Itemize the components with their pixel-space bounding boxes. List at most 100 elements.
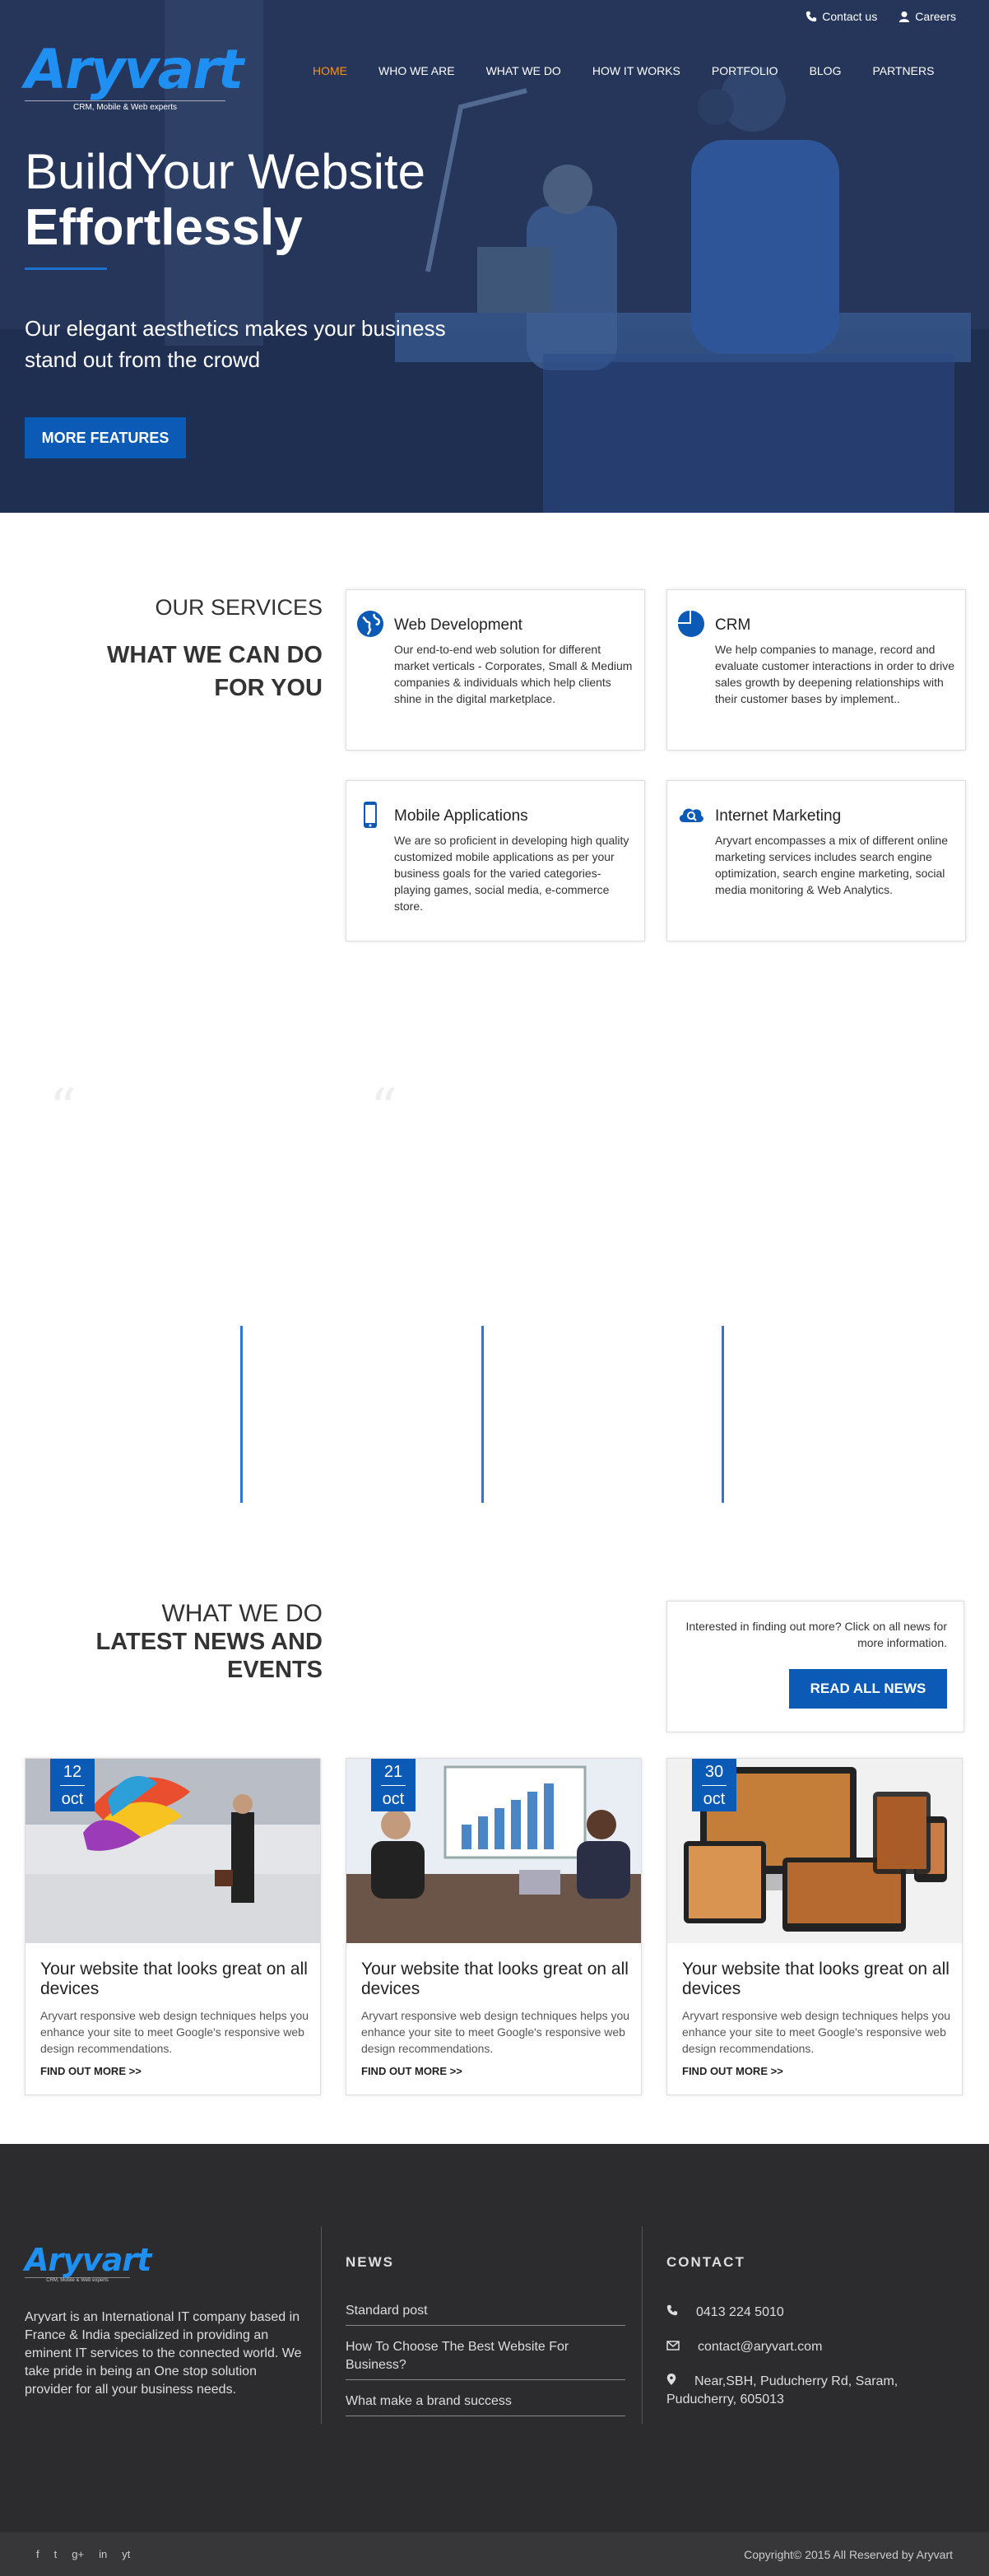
social-links: f t g+ in yt bbox=[36, 2548, 130, 2560]
footer-logo-tagline: CRM, Mobile & Web experts bbox=[25, 2277, 130, 2283]
news-promo-box: Interested in finding out more? Click on… bbox=[666, 1601, 964, 1732]
news-title: LATEST NEWS AND EVENTS bbox=[95, 1629, 323, 1683]
hero-title-line1: BuildYour Website bbox=[25, 144, 425, 199]
footer-divider bbox=[642, 2226, 643, 2424]
footer-email[interactable]: contact@aryvart.com bbox=[666, 2338, 963, 2356]
nav-home[interactable]: HOME bbox=[313, 64, 347, 77]
post-date-badge: 12 oct bbox=[50, 1759, 95, 1811]
news-post-card[interactable]: 12 oct Your website that looks great on a… bbox=[25, 1758, 321, 2095]
hero-divider bbox=[25, 267, 107, 270]
service-description: Aryvart encompasses a mix of different o… bbox=[715, 834, 948, 896]
main-nav: HOME WHO WE ARE WHAT WE DO HOW IT WORKS … bbox=[313, 64, 934, 77]
twitter-icon[interactable]: t bbox=[54, 2548, 58, 2560]
post-date-badge: 21 oct bbox=[371, 1759, 416, 1811]
phone-icon bbox=[806, 11, 817, 22]
topbar: Contact us Careers bbox=[806, 10, 956, 25]
bottom-bar: f t g+ in yt Copyright© 2015 All Reserve… bbox=[0, 2532, 989, 2576]
post-excerpt: Aryvart responsive web design techniques… bbox=[40, 2009, 309, 2055]
news-post-card[interactable]: 30 oct Your website that looks great on a… bbox=[666, 1758, 963, 2095]
contact-link[interactable]: Contact us bbox=[806, 10, 877, 25]
service-description: Our end-to-end web solution for differen… bbox=[394, 643, 633, 705]
services-heading: OUR SERVICES WHAT WE CAN DO FOR YOU bbox=[76, 595, 323, 704]
footer-news-link[interactable]: How To Choose The Best Website For Busin… bbox=[346, 2338, 625, 2380]
nav-how-it-works[interactable]: HOW IT WORKS bbox=[592, 64, 680, 77]
service-card-crm[interactable]: CRM We help companies to manage, record … bbox=[666, 589, 966, 751]
footer-news-link[interactable]: What make a brand success bbox=[346, 2392, 625, 2416]
envelope-icon bbox=[666, 2341, 680, 2350]
service-card-web-development[interactable]: Web Development Our end-to-end web solut… bbox=[346, 589, 645, 751]
services-kicker: OUR SERVICES bbox=[155, 595, 323, 620]
map-marker-icon bbox=[666, 2374, 676, 2385]
nav-what-we-do[interactable]: WHAT WE DO bbox=[486, 64, 561, 77]
post-month: oct bbox=[703, 1790, 726, 1808]
news-post-card[interactable]: 21 oct Your website that looks great on a… bbox=[346, 1758, 642, 2095]
footer-about-text: Aryvart is an International IT company b… bbox=[25, 2310, 302, 2397]
footer-phone-value: 0413 224 5010 bbox=[696, 2305, 784, 2319]
post-month: oct bbox=[382, 1790, 405, 1808]
copyright-text: Copyright© 2015 All Reserved by Aryvart bbox=[744, 2548, 953, 2561]
footer-contact-heading: CONTACT bbox=[666, 2254, 745, 2270]
facebook-icon[interactable]: f bbox=[36, 2548, 39, 2560]
nav-who-we-are[interactable]: WHO WE ARE bbox=[378, 64, 455, 77]
mobile-icon bbox=[364, 802, 377, 828]
footer-logo[interactable]: Aryvart CRM, Mobile & Web experts bbox=[25, 2243, 151, 2283]
footer-divider bbox=[321, 2226, 322, 2424]
pie-chart-icon bbox=[678, 611, 704, 637]
youtube-icon[interactable]: yt bbox=[122, 2548, 130, 2560]
footer-news-link[interactable]: Standard post bbox=[346, 2302, 625, 2326]
timeline-line bbox=[481, 1326, 484, 1503]
post-title: Your website that looks great on all dev… bbox=[682, 1960, 950, 1998]
post-day: 21 bbox=[383, 1763, 403, 1781]
service-card-internet-marketing[interactable]: Internet Marketing Aryvart encompasses a… bbox=[666, 780, 966, 942]
service-description: We help companies to manage, record and … bbox=[715, 643, 955, 705]
post-date-badge: 30 oct bbox=[692, 1759, 736, 1811]
careers-label: Careers bbox=[915, 10, 956, 23]
logo-tagline: CRM, Mobile & Web experts bbox=[25, 100, 225, 112]
hero-section: Contact us Careers Aryvart CRM, Mobile &… bbox=[0, 0, 989, 513]
service-title: CRM bbox=[715, 616, 751, 634]
post-day: 12 bbox=[63, 1763, 82, 1781]
services-title: WHAT WE CAN DO FOR YOU bbox=[106, 642, 323, 701]
footer: Aryvart CRM, Mobile & Web experts Aryvar… bbox=[0, 2144, 989, 2532]
linkedin-icon[interactable]: in bbox=[99, 2548, 107, 2560]
hero-subtitle: Our elegant aesthetics makes your busine… bbox=[25, 316, 446, 372]
post-day: 30 bbox=[704, 1763, 724, 1781]
globe-icon bbox=[357, 611, 383, 637]
timeline-line bbox=[722, 1326, 724, 1503]
service-title: Internet Marketing bbox=[715, 807, 842, 825]
news-heading: WHAT WE DO LATEST NEWS AND EVENTS bbox=[59, 1600, 323, 1684]
footer-email-value: contact@aryvart.com bbox=[698, 2340, 823, 2354]
post-title: Your website that looks great on all dev… bbox=[40, 1960, 308, 1998]
careers-link[interactable]: Careers bbox=[898, 10, 956, 25]
service-title: Mobile Applications bbox=[394, 807, 528, 825]
hero-title-line2: Effortlessly bbox=[25, 199, 303, 256]
timeline-line bbox=[240, 1326, 243, 1503]
phone-icon bbox=[666, 2304, 678, 2316]
post-title: Your website that looks great on all dev… bbox=[361, 1960, 629, 1998]
nav-portfolio[interactable]: PORTFOLIO bbox=[712, 64, 778, 77]
footer-address: Near,SBH, Puducherry Rd, Saram, Puducher… bbox=[666, 2373, 963, 2409]
nav-blog[interactable]: BLOG bbox=[810, 64, 842, 77]
find-out-more-link[interactable]: FIND OUT MORE >> bbox=[682, 2065, 783, 2077]
google-plus-icon[interactable]: g+ bbox=[72, 2548, 84, 2560]
service-title: Web Development bbox=[394, 616, 522, 634]
footer-phone: 0413 224 5010 bbox=[666, 2304, 963, 2322]
service-description: We are so proficient in developing high … bbox=[394, 834, 629, 913]
footer-address-value: Near,SBH, Puducherry Rd, Saram, Puducher… bbox=[666, 2374, 898, 2406]
footer-logo-wordmark: Aryvart bbox=[25, 2242, 151, 2278]
contact-label: Contact us bbox=[822, 10, 878, 23]
nav-partners[interactable]: PARTNERS bbox=[872, 64, 934, 77]
find-out-more-link[interactable]: FIND OUT MORE >> bbox=[361, 2065, 462, 2077]
footer-news-heading: NEWS bbox=[346, 2254, 394, 2270]
logo[interactable]: Aryvart CRM, Mobile & Web experts bbox=[25, 41, 244, 112]
user-icon bbox=[899, 11, 910, 22]
more-features-button[interactable]: MORE FEATURES bbox=[25, 417, 186, 458]
news-kicker: WHAT WE DO bbox=[161, 1600, 323, 1627]
service-card-mobile-applications[interactable]: Mobile Applications We are so proficient… bbox=[346, 780, 645, 942]
read-all-news-button[interactable]: READ ALL NEWS bbox=[789, 1669, 947, 1709]
quote-mark-icon: “ bbox=[49, 1078, 77, 1139]
post-excerpt: Aryvart responsive web design techniques… bbox=[361, 2009, 630, 2055]
news-promo-text: Interested in finding out more? Click on… bbox=[685, 1620, 948, 1649]
post-month: oct bbox=[61, 1790, 84, 1808]
find-out-more-link[interactable]: FIND OUT MORE >> bbox=[40, 2065, 142, 2077]
